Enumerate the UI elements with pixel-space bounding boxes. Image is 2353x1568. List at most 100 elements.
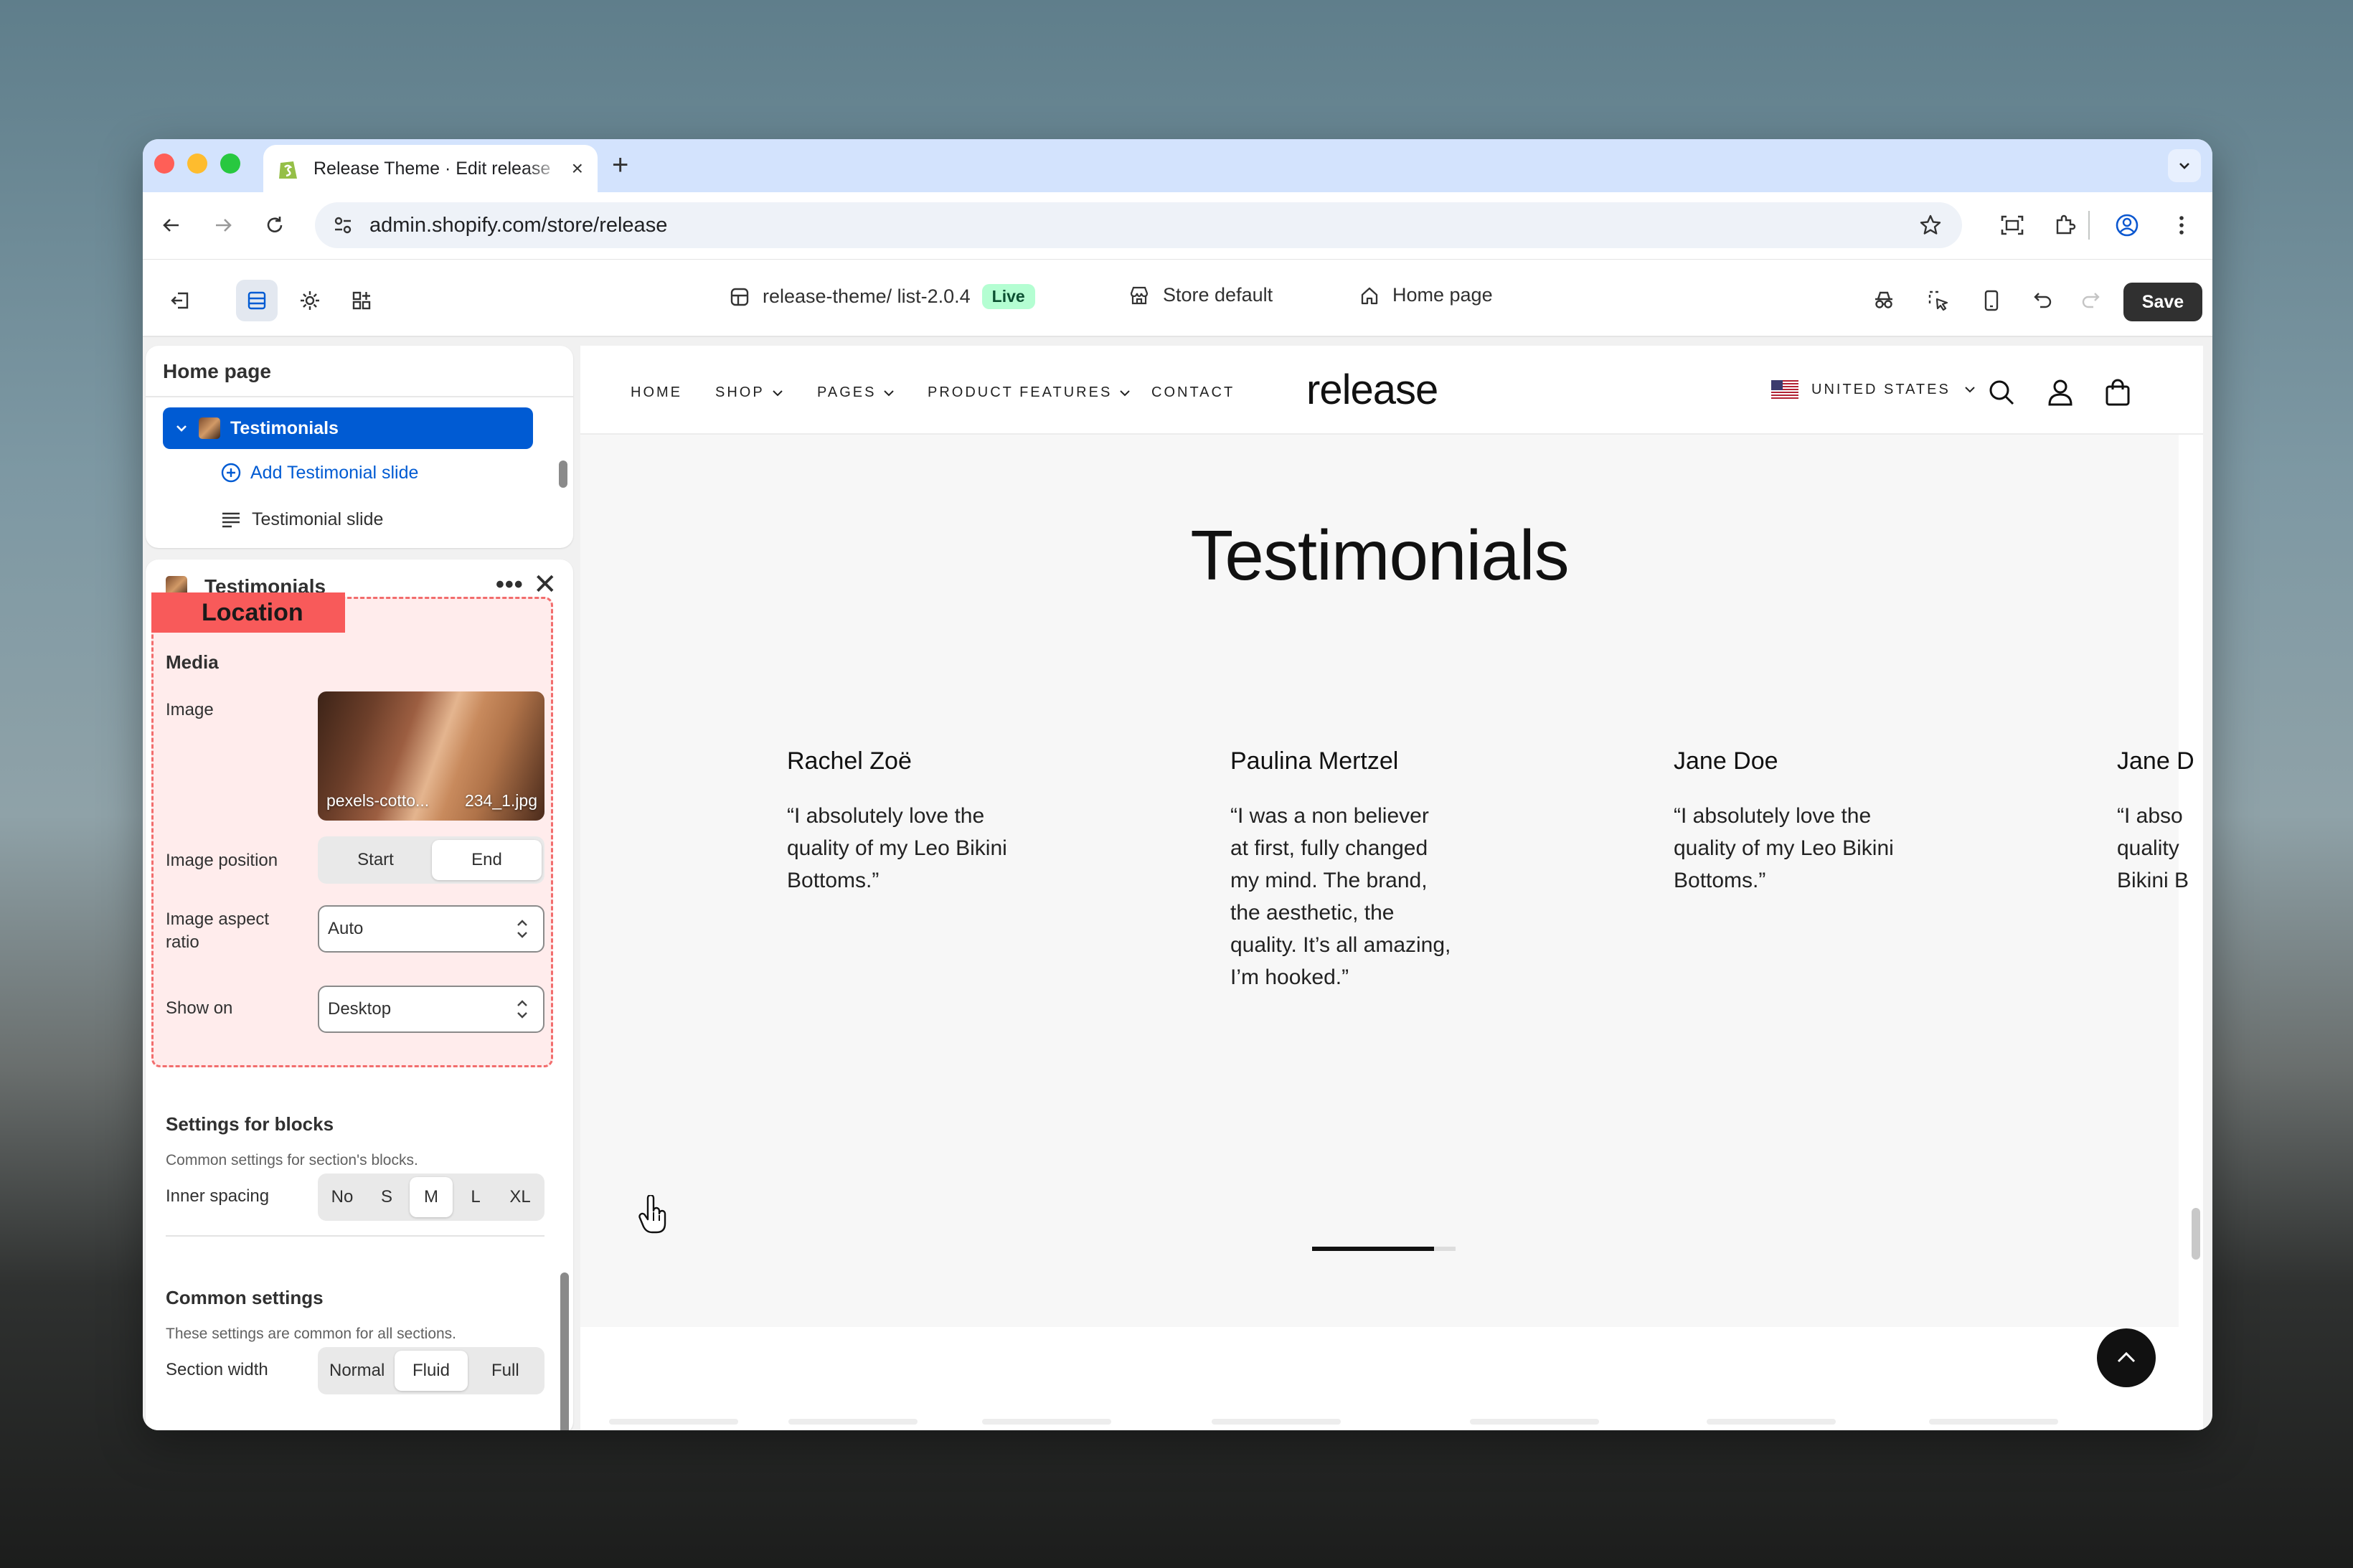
section-item-testimonials[interactable]: Testimonials (163, 407, 533, 449)
tab-title: Release Theme · Edit release (313, 158, 551, 179)
carousel-progress[interactable] (1312, 1247, 1456, 1251)
us-flag-icon (1771, 380, 1798, 399)
testimonial-card: Paulina Mertzel “I was a non believer at… (1230, 747, 1453, 993)
exit-button[interactable] (160, 280, 202, 321)
store-preview: HOME SHOP PAGES PRODUCT FEATURES CONTACT… (580, 346, 2203, 1430)
omnibox[interactable]: admin.shopify.com/store/release (315, 202, 1962, 248)
tree-scrollbar[interactable] (559, 461, 567, 488)
save-button[interactable]: Save (2123, 283, 2202, 321)
nav-contact[interactable]: CONTACT (1151, 384, 1235, 401)
theme-settings-button[interactable] (289, 280, 331, 321)
minimize-window-button[interactable] (187, 154, 207, 174)
image-aspect-ratio-label: Image aspect ratio (166, 910, 270, 952)
country-label: UNITED STATES (1811, 381, 1951, 397)
testimonial-quote: “I was a non believer at first, fully ch… (1230, 804, 1451, 989)
show-on-label: Show on (166, 998, 233, 1018)
image-aspect-ratio-select[interactable]: Auto (318, 905, 544, 953)
section-width-full[interactable]: Full (469, 1351, 542, 1391)
image-aspect-ratio-value: Auto (328, 919, 364, 938)
show-on-select[interactable]: Desktop (318, 986, 544, 1033)
store-selector[interactable]: Store default (1128, 284, 1273, 306)
chevron-up-icon (2117, 1351, 2136, 1363)
block-item-testimonial-slide[interactable]: Testimonial slide (220, 509, 383, 530)
nav-product-features[interactable]: PRODUCT FEATURES (928, 384, 1131, 401)
chevron-down-icon[interactable] (174, 421, 189, 435)
editor-body: Home page Testimonials Add Testimonial s… (143, 337, 2212, 1430)
inspector-toggle[interactable] (1863, 280, 1905, 321)
undo-icon (2034, 293, 2052, 308)
inner-spacing-no[interactable]: No (321, 1177, 364, 1217)
sections-button[interactable] (236, 280, 278, 321)
image-filename-end: 234_1.jpg (464, 791, 537, 810)
sections-icon (247, 291, 266, 310)
apps-button[interactable] (341, 280, 382, 321)
bookmark-star-icon[interactable] (1919, 214, 1942, 237)
image-picker[interactable]: pexels-cotto... 234_1.jpg (318, 691, 544, 821)
store-cart-button[interactable] (2101, 376, 2134, 409)
mobile-preview-button[interactable] (1971, 280, 2012, 321)
profile-button[interactable] (2110, 208, 2144, 242)
section-width-fluid[interactable]: Fluid (395, 1351, 468, 1391)
store-logo[interactable]: release (1306, 366, 1438, 414)
tab-close-icon[interactable]: × (572, 157, 583, 180)
inner-spacing-xl[interactable]: XL (499, 1177, 542, 1217)
mobile-icon (1984, 290, 1999, 311)
store-account-button[interactable] (2044, 376, 2077, 409)
select-element-button[interactable] (1918, 280, 1959, 321)
site-settings-icon[interactable] (332, 214, 354, 236)
image-position-end[interactable]: End (432, 840, 542, 880)
add-testimonial-slide-button[interactable]: Add Testimonial slide (220, 462, 418, 483)
preview-scrollbar[interactable] (2192, 1208, 2200, 1260)
live-badge: Live (981, 284, 1035, 309)
reload-button[interactable] (258, 208, 292, 242)
more-actions-icon[interactable]: ••• (496, 571, 524, 599)
store-header: HOME SHOP PAGES PRODUCT FEATURES CONTACT… (580, 346, 2203, 435)
nav-pages[interactable]: PAGES (817, 384, 895, 401)
close-window-button[interactable] (154, 154, 174, 174)
tab-search-button[interactable] (2168, 149, 2201, 182)
address-bar-row: admin.shopify.com/store/release (143, 192, 2212, 260)
new-tab-button[interactable]: + (612, 149, 628, 181)
inner-spacing-toggle: No S M L XL (318, 1173, 544, 1221)
nav-product-features-label: PRODUCT FEATURES (928, 384, 1113, 400)
image-position-start[interactable]: Start (321, 840, 430, 880)
incognito-icon (1875, 291, 1892, 308)
page-selector[interactable]: Home page (1359, 284, 1493, 306)
theme-selector[interactable]: release-theme/ list-2.0.4 Live (730, 284, 1035, 309)
screen-capture-button[interactable] (1995, 208, 2029, 242)
extensions-button[interactable] (2048, 208, 2083, 242)
browser-tab[interactable]: Release Theme · Edit release × (263, 145, 598, 192)
scroll-to-top-button[interactable] (2097, 1328, 2156, 1387)
gear-icon (301, 291, 319, 310)
nav-shop-label: SHOP (715, 384, 765, 400)
footer-bar (609, 1419, 738, 1425)
nav-shop[interactable]: SHOP (715, 384, 783, 401)
back-button[interactable] (154, 208, 189, 242)
country-selector[interactable]: UNITED STATES (1771, 380, 1976, 399)
image-label: Image (166, 700, 214, 719)
nav-home[interactable]: HOME (631, 384, 682, 401)
select-arrows-icon (517, 920, 527, 938)
section-thumbnail (199, 417, 220, 439)
browser-menu-button[interactable] (2164, 208, 2199, 242)
testimonial-author: Paulina Mertzel (1230, 747, 1399, 775)
inner-spacing-l[interactable]: L (454, 1177, 497, 1217)
undo-button[interactable] (2022, 280, 2064, 321)
maximize-window-button[interactable] (220, 154, 240, 174)
theme-name: release-theme/ list-2.0.4 (763, 285, 971, 307)
redo-button[interactable] (2070, 280, 2111, 321)
shopify-icon (279, 161, 297, 179)
store-search-button[interactable] (1985, 376, 2018, 409)
user-icon (2048, 379, 2073, 406)
testimonial-quote: “I absolutely love the quality of my Leo… (787, 804, 1007, 892)
browser-window: Release Theme · Edit release × + admin.s… (143, 139, 2212, 1430)
section-width-normal[interactable]: Normal (321, 1351, 393, 1391)
settings-scrollbar[interactable] (560, 1272, 569, 1430)
forward-button[interactable] (206, 208, 240, 242)
search-icon (1989, 380, 2014, 405)
inner-spacing-m[interactable]: M (410, 1177, 453, 1217)
url-text[interactable]: admin.shopify.com/store/release (369, 214, 667, 237)
inner-spacing-s[interactable]: S (365, 1177, 408, 1217)
apps-icon (352, 291, 371, 310)
section-width-toggle: Normal Fluid Full (318, 1347, 544, 1394)
